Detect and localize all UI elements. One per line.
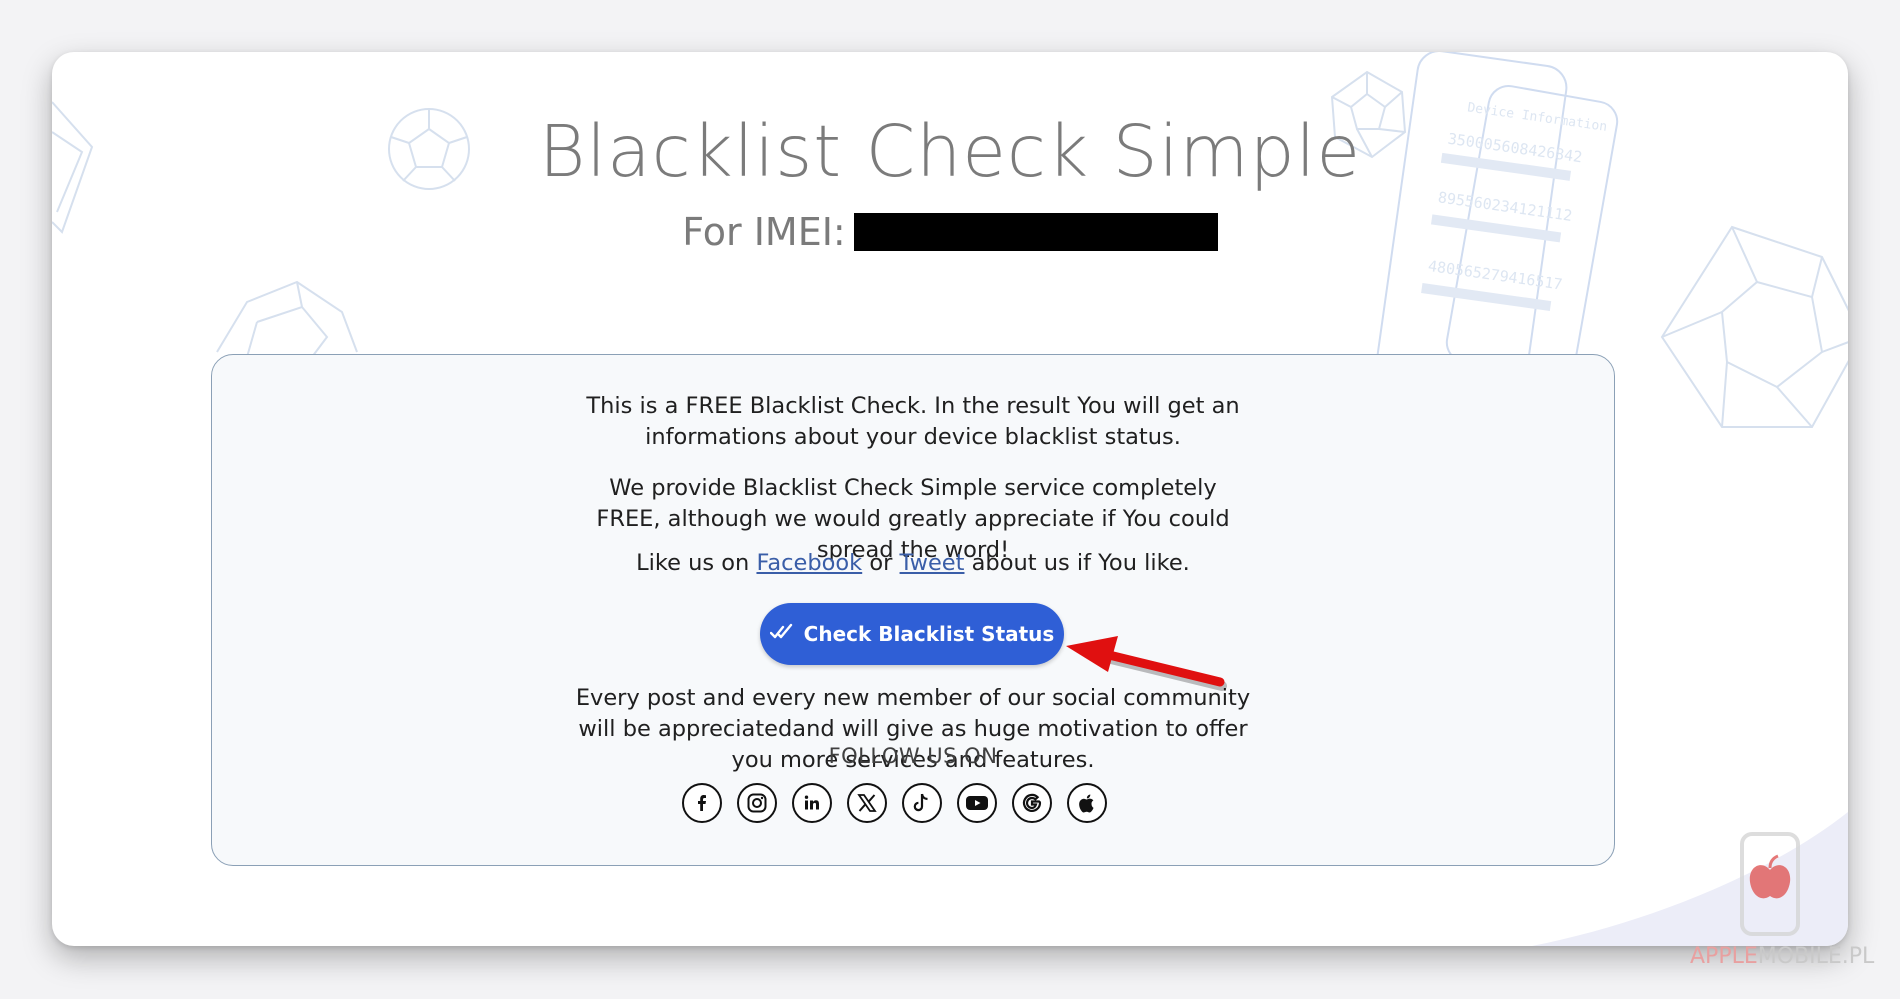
follow-us-label: FOLLOW US ON (828, 744, 998, 768)
youtube-icon[interactable] (957, 783, 997, 823)
x-icon[interactable] (847, 783, 887, 823)
imei-subtitle: For IMEI: (52, 210, 1848, 254)
redacted-imei (853, 213, 1218, 251)
watermark-phone-icon (1740, 832, 1800, 936)
facebook-link[interactable]: Facebook (756, 550, 862, 576)
dodecahedron-bottom-left (216, 280, 358, 358)
tweet-link[interactable]: Tweet (900, 550, 965, 576)
intro-text: This is a FREE Blacklist Check. In the r… (586, 393, 1240, 450)
instagram-icon[interactable] (737, 783, 777, 823)
like-us-text: Like us on Facebook or Tweet about us if… (636, 550, 1190, 576)
annotation-arrow-icon (1066, 636, 1227, 691)
imei-label: For IMEI: (682, 210, 846, 254)
browser-page: Device Information 350005608426842 89556… (52, 52, 1848, 946)
linkedin-icon[interactable] (792, 783, 832, 823)
check-blacklist-status-label: Check Blacklist Status (803, 622, 1055, 646)
social-icons (682, 783, 1107, 823)
double-check-icon (769, 622, 794, 646)
watermark-text: APPLEMOBILE.PL (1690, 944, 1875, 969)
info-card: This is a FREE Blacklist Check. In the r… (211, 354, 1615, 866)
check-blacklist-status-button[interactable]: Check Blacklist Status (760, 603, 1064, 665)
page-title: Blacklist Check Simple (538, 110, 1362, 193)
tiktok-icon[interactable] (902, 783, 942, 823)
facebook-icon[interactable] (682, 783, 722, 823)
apple-icon[interactable] (1067, 783, 1107, 823)
google-icon[interactable] (1012, 783, 1052, 823)
